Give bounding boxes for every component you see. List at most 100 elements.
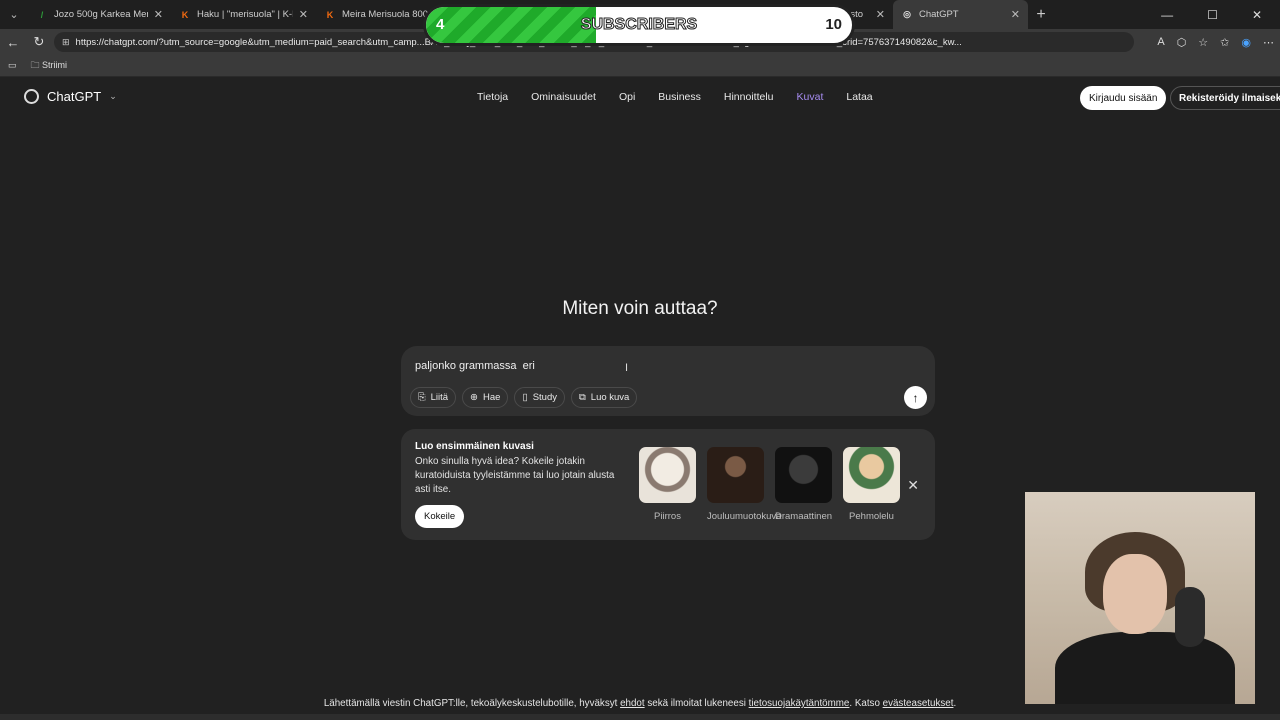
copilot-icon[interactable]: ◉ (1241, 36, 1251, 49)
browser-tab[interactable]: / Jozo 500g Karkea Merisuola ✕ (28, 0, 171, 29)
cookie-settings-link[interactable]: evästeasetukset (883, 698, 954, 709)
bookmark-label: Striimi (42, 59, 68, 70)
new-tab-button[interactable]: + (1028, 6, 1054, 24)
composer-tools: ⎘ Liitä ⊕ Hae ▯ Study ⧉ Luo kuva (410, 387, 638, 408)
bookmark-folder[interactable]: 🗀 Striimi (31, 58, 68, 74)
extensions-icon[interactable]: ⬡ (1177, 36, 1187, 49)
style-label: Dramaattinen (775, 511, 833, 522)
read-aloud-icon[interactable]: A (1157, 36, 1164, 48)
promo-title: Luo ensimmäinen kuvasi (415, 441, 534, 452)
tab-title: ChatGPT (919, 9, 959, 20)
privacy-link[interactable]: tietosuojakäytäntömme (749, 698, 850, 709)
prompt-composer: ⎘ Liitä ⊕ Hae ▯ Study ⧉ Luo kuva ↑ (401, 346, 935, 416)
footer-text: Lähettämällä viestin ChatGPT:lle, tekoäl… (323, 698, 618, 709)
footer-text-end: . (953, 698, 957, 709)
style-option[interactable]: Piirros (639, 447, 696, 522)
nav-link-6[interactable]: Lataa (846, 91, 872, 103)
screen-bottom-edge (0, 714, 1280, 720)
tool-button-globe[interactable]: ⊕ Hae (462, 387, 509, 408)
site-header: ChatGPT ⌄ Tietoja Ominaisuudet Opi Business… (0, 80, 1280, 116)
style-preview-image (775, 447, 832, 503)
back-icon[interactable]: ← (0, 35, 26, 50)
book-icon: ▯ (522, 392, 528, 403)
browser-tab[interactable]: ◎ ChatGPT ✕ (893, 0, 1028, 29)
brand-name: ChatGPT (47, 89, 102, 104)
terms-link[interactable]: ehdot (620, 698, 645, 709)
k-ruoka-favicon-icon: K (326, 9, 334, 20)
openai-logo-icon (24, 89, 39, 104)
style-preview-image (639, 447, 696, 503)
style-option[interactable]: Dramaattinen (775, 447, 832, 522)
try-button[interactable]: Kokeile (415, 505, 465, 528)
brand-menu[interactable]: ChatGPT ⌄ (24, 89, 117, 104)
subscriber-label: SUBSCRIBERS (580, 16, 698, 34)
streamer-face (1103, 554, 1167, 634)
nav-link-3[interactable]: Business (658, 91, 701, 103)
close-tab-icon[interactable]: ✕ (1011, 8, 1020, 21)
text-cursor-icon: I (625, 362, 629, 374)
favorites-icon[interactable]: ✩ (1220, 36, 1229, 49)
signup-button[interactable]: Rekisteröidy ilmaiseksi (1170, 86, 1280, 110)
tool-label: Luo kuva (590, 392, 630, 403)
bookmarks-bar: ▭ 🗀 Striimi (0, 55, 1280, 77)
close-icon[interactable]: ✕ (907, 477, 919, 494)
leaf-favicon-icon: / (40, 9, 44, 20)
close-tab-icon[interactable]: ✕ (876, 8, 885, 21)
nav-link-1[interactable]: Ominaisuudet (531, 91, 596, 103)
tool-label: Hae (483, 392, 501, 403)
minimize-icon[interactable]: — (1161, 8, 1173, 22)
k-ruoka-favicon-icon: K (181, 9, 189, 20)
footer-text-middle: sekä ilmoitat lukeneesi (647, 698, 746, 709)
tab-list-icon[interactable]: ⌄ (0, 0, 28, 29)
page-heading: Miten voin auttaa? (562, 298, 718, 319)
streamer-body (1055, 632, 1235, 704)
close-tab-icon[interactable]: ✕ (154, 8, 163, 21)
style-option[interactable]: Pehmolelu (843, 447, 900, 522)
promo-description: Onko sinulla hyvä idea? Kokeile jotakin … (415, 456, 615, 495)
more-menu-icon[interactable]: ⋯ (1263, 36, 1274, 49)
image-icon: ⧉ (578, 392, 586, 403)
tool-button-paperclip[interactable]: ⎘ Liitä (410, 387, 457, 408)
style-label: Piirros (654, 511, 681, 522)
login-button[interactable]: Kirjaudu sisään (1080, 86, 1167, 110)
send-button[interactable]: ↑ (904, 386, 927, 409)
sidebar-toggle-icon[interactable]: ▭ (8, 60, 17, 71)
paperclip-icon: ⎘ (418, 392, 426, 403)
window-controls: — ☐ ✕ (1161, 0, 1280, 29)
tool-label: Liitä (430, 392, 449, 403)
maximize-icon[interactable]: ☐ (1207, 8, 1218, 22)
chatgpt-favicon-icon: ◎ (903, 9, 911, 19)
close-tab-icon[interactable]: ✕ (299, 8, 308, 21)
chevron-down-icon: ⌄ (109, 91, 117, 101)
arrow-up-icon: ↑ (912, 390, 919, 405)
reload-icon[interactable]: ↻ (26, 34, 52, 50)
tab-title: Jozo 500g Karkea Merisuola (54, 9, 148, 20)
globe-icon: ⊕ (470, 392, 479, 403)
tool-button-image[interactable]: ⧉ Luo kuva (570, 387, 638, 408)
nav-link-2[interactable]: Opi (619, 91, 635, 103)
tool-button-book[interactable]: ▯ Study (514, 387, 565, 408)
prompt-input[interactable] (415, 357, 815, 375)
nav-link-0[interactable]: Tietoja (477, 91, 508, 103)
style-label: Jouluumuotokuva (707, 511, 782, 522)
style-preview-image (707, 447, 764, 503)
browser-tab[interactable]: K Haku | "merisuola" | K-Ruoka ✕ (171, 0, 316, 29)
style-thumbnails: Piirros Jouluumuotokuva Dramaattinen Pehmol… (639, 447, 900, 522)
site-info-icon[interactable]: ⊞ (62, 37, 70, 48)
subscriber-goal-overlay: 4 SUBSCRIBERS 10 (423, 4, 855, 46)
favorite-star-icon[interactable]: ☆ (1198, 36, 1208, 49)
microphone-icon (1175, 587, 1205, 647)
browser-actions: A ⬡ ☆ ✩ ◉ ⋯ (1157, 29, 1274, 55)
nav-link-5[interactable]: Kuvat (797, 91, 824, 103)
top-navigation: Tietoja Ominaisuudet Opi Business Hinnoittel… (477, 91, 873, 103)
tab-title: Haku | "merisuola" | K-Ruoka (197, 9, 293, 20)
nav-link-4[interactable]: Hinnoittelu (724, 91, 774, 103)
style-label: Pehmolelu (849, 511, 894, 522)
close-window-icon[interactable]: ✕ (1252, 8, 1262, 22)
style-option[interactable]: Jouluumuotokuva (707, 447, 782, 522)
image-promo-card: Luo ensimmäinen kuvasi Onko sinulla hyvä… (401, 429, 935, 540)
webcam-overlay (1025, 492, 1255, 704)
subscriber-target: 10 (825, 16, 842, 33)
tool-label: Study (532, 392, 557, 403)
footer-text-after: . Katso (849, 698, 880, 709)
